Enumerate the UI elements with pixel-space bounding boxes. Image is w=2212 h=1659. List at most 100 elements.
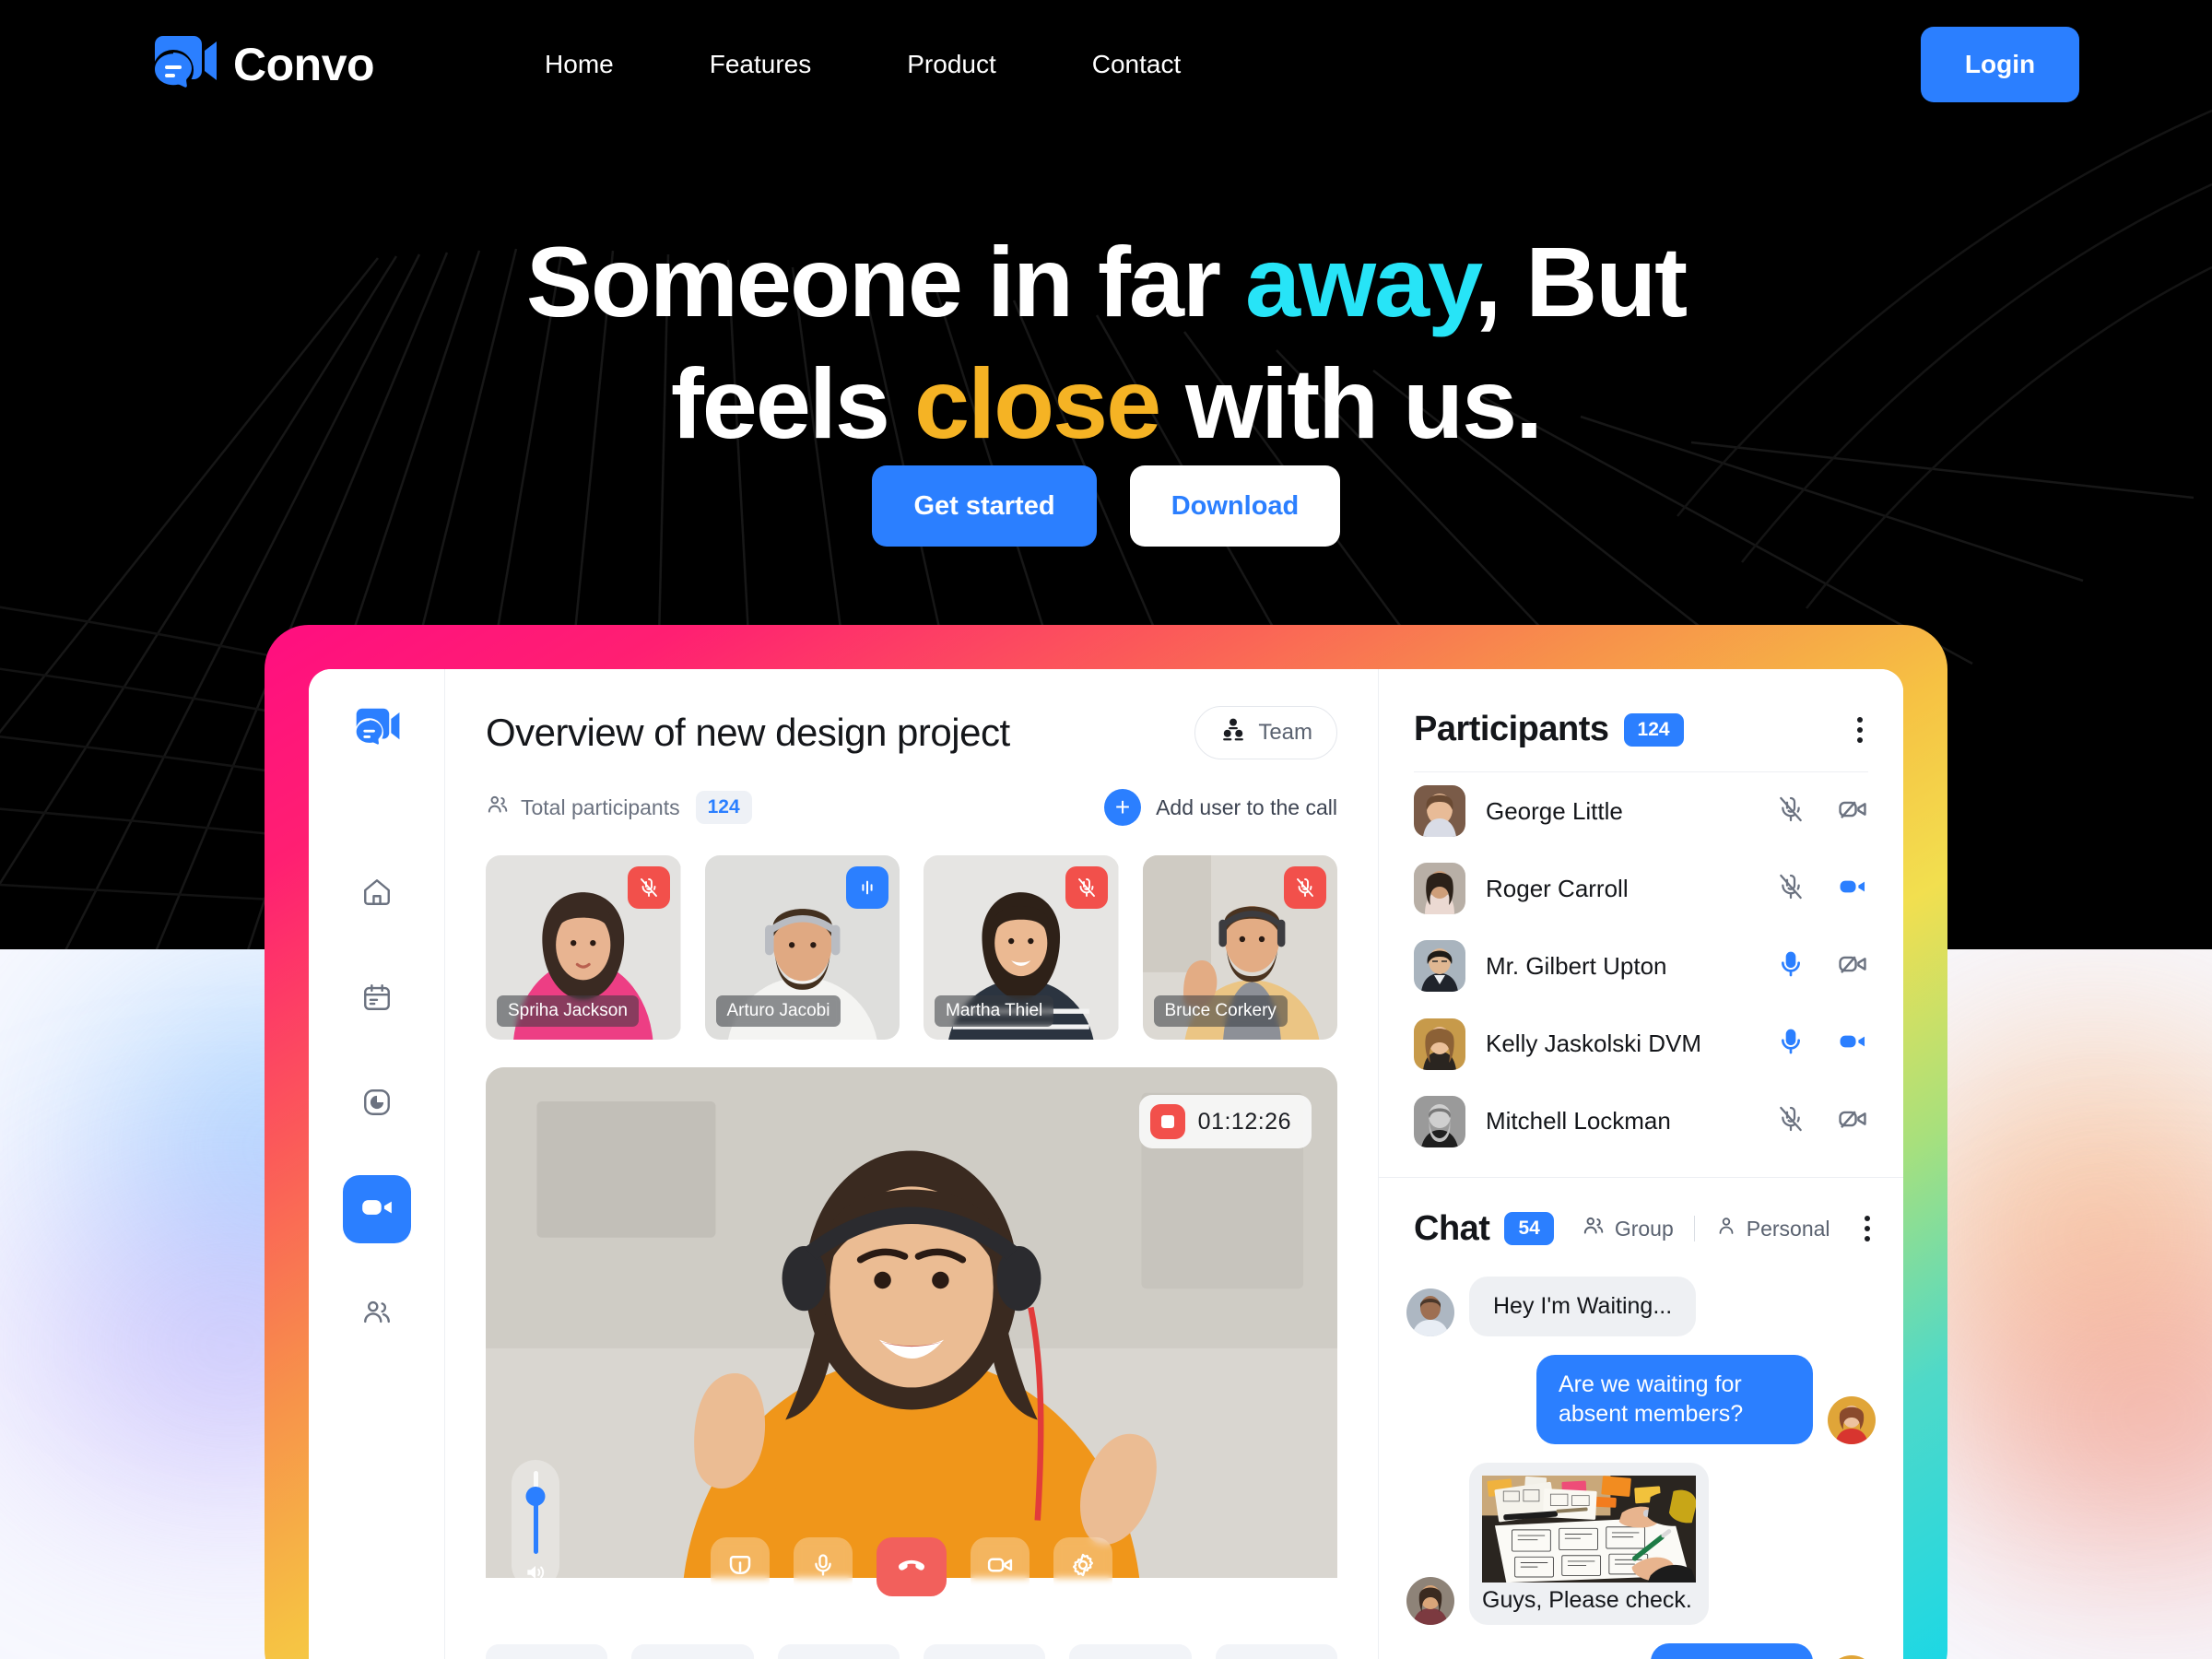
people-icon xyxy=(361,1297,393,1333)
avatar xyxy=(1828,1654,1876,1659)
mic-on-icon[interactable] xyxy=(1776,949,1806,983)
login-button[interactable]: Login xyxy=(1921,27,2079,102)
end-call-button[interactable] xyxy=(877,1537,947,1596)
gear-icon xyxy=(1069,1551,1097,1583)
sidebar-logo-icon[interactable] xyxy=(353,706,401,753)
participant-row[interactable]: Mr. Gilbert Upton xyxy=(1379,927,1903,1005)
mic-off-icon[interactable] xyxy=(1776,1104,1806,1138)
avatar xyxy=(1414,940,1465,993)
participant-status-icons xyxy=(1776,794,1868,830)
app-main-column: Overview of new design project Team Tota… xyxy=(445,669,1378,1659)
sidebar-item-home[interactable] xyxy=(343,860,411,928)
volume-fill xyxy=(533,1502,538,1554)
tab-separator xyxy=(1693,1216,1695,1242)
participant-row[interactable]: George Little xyxy=(1379,772,1903,850)
tab-group-label: Group xyxy=(1614,1216,1674,1241)
participant-tile[interactable]: Bruce Corkery xyxy=(1142,855,1337,1040)
chat-title: Chat xyxy=(1414,1208,1490,1248)
team-button[interactable]: Team xyxy=(1194,706,1337,759)
audio-wave-icon[interactable] xyxy=(846,866,888,909)
top-navbar: Convo Home Features Product Contact Logi… xyxy=(0,0,2212,129)
chat-image-attachment[interactable] xyxy=(1475,1475,1697,1586)
hero-cta-row: Get started Download xyxy=(0,465,2212,547)
participant-row[interactable]: Roger Carroll xyxy=(1379,850,1903,927)
recording-time: 01:12:26 xyxy=(1197,1108,1291,1135)
bottom-card xyxy=(486,1644,608,1659)
nav-link-product[interactable]: Product xyxy=(907,50,996,79)
headline-line2-part-a: feels xyxy=(670,347,914,459)
app-header: Overview of new design project Team Tota… xyxy=(445,669,1378,826)
bottom-card xyxy=(1069,1644,1192,1659)
nav-link-home[interactable]: Home xyxy=(545,50,614,79)
kebab-menu-icon[interactable] xyxy=(1852,712,1868,748)
chat-message-outgoing: Good work! xyxy=(1406,1643,1876,1659)
brand-name: Convo xyxy=(233,39,375,90)
volume-track[interactable] xyxy=(525,1471,546,1554)
brand-logo[interactable]: Convo xyxy=(150,32,375,98)
video-camera-icon xyxy=(986,1551,1014,1583)
bottom-card xyxy=(777,1644,900,1659)
add-user-button[interactable]: + Add user to the call xyxy=(1104,789,1337,826)
tab-group[interactable]: Group xyxy=(1582,1214,1674,1243)
microphone-button[interactable] xyxy=(794,1537,853,1596)
chat-image-caption: Guys, Please check. xyxy=(1482,1587,1692,1614)
mic-off-icon[interactable] xyxy=(1284,866,1326,909)
total-participants-count: 124 xyxy=(695,791,752,824)
volume-thumb[interactable] xyxy=(525,1487,546,1506)
chat-bubble-text: Are we waiting for absent members? xyxy=(1536,1354,1813,1444)
app-title-row: Overview of new design project Team xyxy=(486,706,1337,759)
screen-share-button[interactable] xyxy=(711,1537,770,1596)
chat-count-badge: 54 xyxy=(1504,1212,1554,1246)
nav-links: Home Features Product Contact xyxy=(545,50,1181,79)
video-on-icon[interactable] xyxy=(1837,871,1868,907)
camera-button[interactable] xyxy=(971,1537,1030,1596)
sidebar-item-analytics[interactable] xyxy=(343,1070,411,1138)
participant-tile[interactable]: Martha Thiel xyxy=(924,855,1119,1040)
total-participants-label: Total participants xyxy=(521,794,680,819)
pie-chart-icon xyxy=(361,1087,393,1123)
chat-bubble-text: Good work! xyxy=(1651,1643,1813,1659)
participant-tile-name: Arturo Jacobi xyxy=(715,995,841,1027)
participant-tiles: Spriha Jackson Arturo Jacobi Martha Thie… xyxy=(445,826,1378,1040)
video-off-icon[interactable] xyxy=(1837,948,1868,984)
add-user-label: Add user to the call xyxy=(1156,794,1337,819)
video-off-icon[interactable] xyxy=(1837,794,1868,830)
sidebar-item-contacts[interactable] xyxy=(343,1280,411,1348)
video-on-icon[interactable] xyxy=(1837,1026,1868,1062)
record-stop-icon[interactable] xyxy=(1149,1104,1185,1139)
tab-personal-label: Personal xyxy=(1746,1216,1830,1241)
mic-on-icon[interactable] xyxy=(1776,1027,1806,1061)
participant-tile[interactable]: Arturo Jacobi xyxy=(704,855,900,1040)
sidebar-item-calendar[interactable] xyxy=(343,965,411,1033)
users-icon xyxy=(486,793,510,822)
tab-personal[interactable]: Personal xyxy=(1715,1215,1830,1242)
mic-off-icon[interactable] xyxy=(627,866,670,909)
sidebar-item-meetings[interactable] xyxy=(342,1175,411,1243)
participant-row[interactable]: Mitchell Lockman xyxy=(1379,1083,1903,1160)
download-button[interactable]: Download xyxy=(1130,465,1340,547)
bottom-card xyxy=(1215,1644,1337,1659)
participant-name: Mitchell Lockman xyxy=(1486,1107,1671,1135)
speaker-icon[interactable] xyxy=(524,1560,547,1589)
chat-bubble-image[interactable]: Guys, Please check. xyxy=(1469,1462,1710,1626)
mic-off-icon[interactable] xyxy=(1776,872,1806,906)
participant-tile-name: Bruce Corkery xyxy=(1153,995,1288,1027)
kebab-menu-icon[interactable] xyxy=(1859,1210,1876,1247)
participant-name: Mr. Gilbert Upton xyxy=(1486,951,1667,980)
mic-off-icon[interactable] xyxy=(1065,866,1108,909)
team-group-icon xyxy=(1219,716,1247,750)
mic-off-icon[interactable] xyxy=(1776,794,1806,829)
nav-link-features[interactable]: Features xyxy=(710,50,812,79)
group-icon xyxy=(1582,1214,1606,1243)
chat-messages: Hey I'm Waiting... Are we waiting for ab… xyxy=(1379,1249,1903,1659)
calendar-icon xyxy=(361,982,393,1018)
volume-slider[interactable] xyxy=(512,1460,559,1589)
participant-tile[interactable]: Spriha Jackson xyxy=(486,855,681,1040)
participant-tile-name: Spriha Jackson xyxy=(497,995,639,1027)
nav-link-contact[interactable]: Contact xyxy=(1092,50,1182,79)
participant-row[interactable]: Kelly Jaskolski DVM xyxy=(1379,1006,1903,1083)
get-started-button[interactable]: Get started xyxy=(872,465,1097,547)
settings-button[interactable] xyxy=(1053,1537,1112,1596)
main-video-stage[interactable]: 01:12:26 xyxy=(486,1067,1337,1617)
video-off-icon[interactable] xyxy=(1837,1103,1868,1139)
